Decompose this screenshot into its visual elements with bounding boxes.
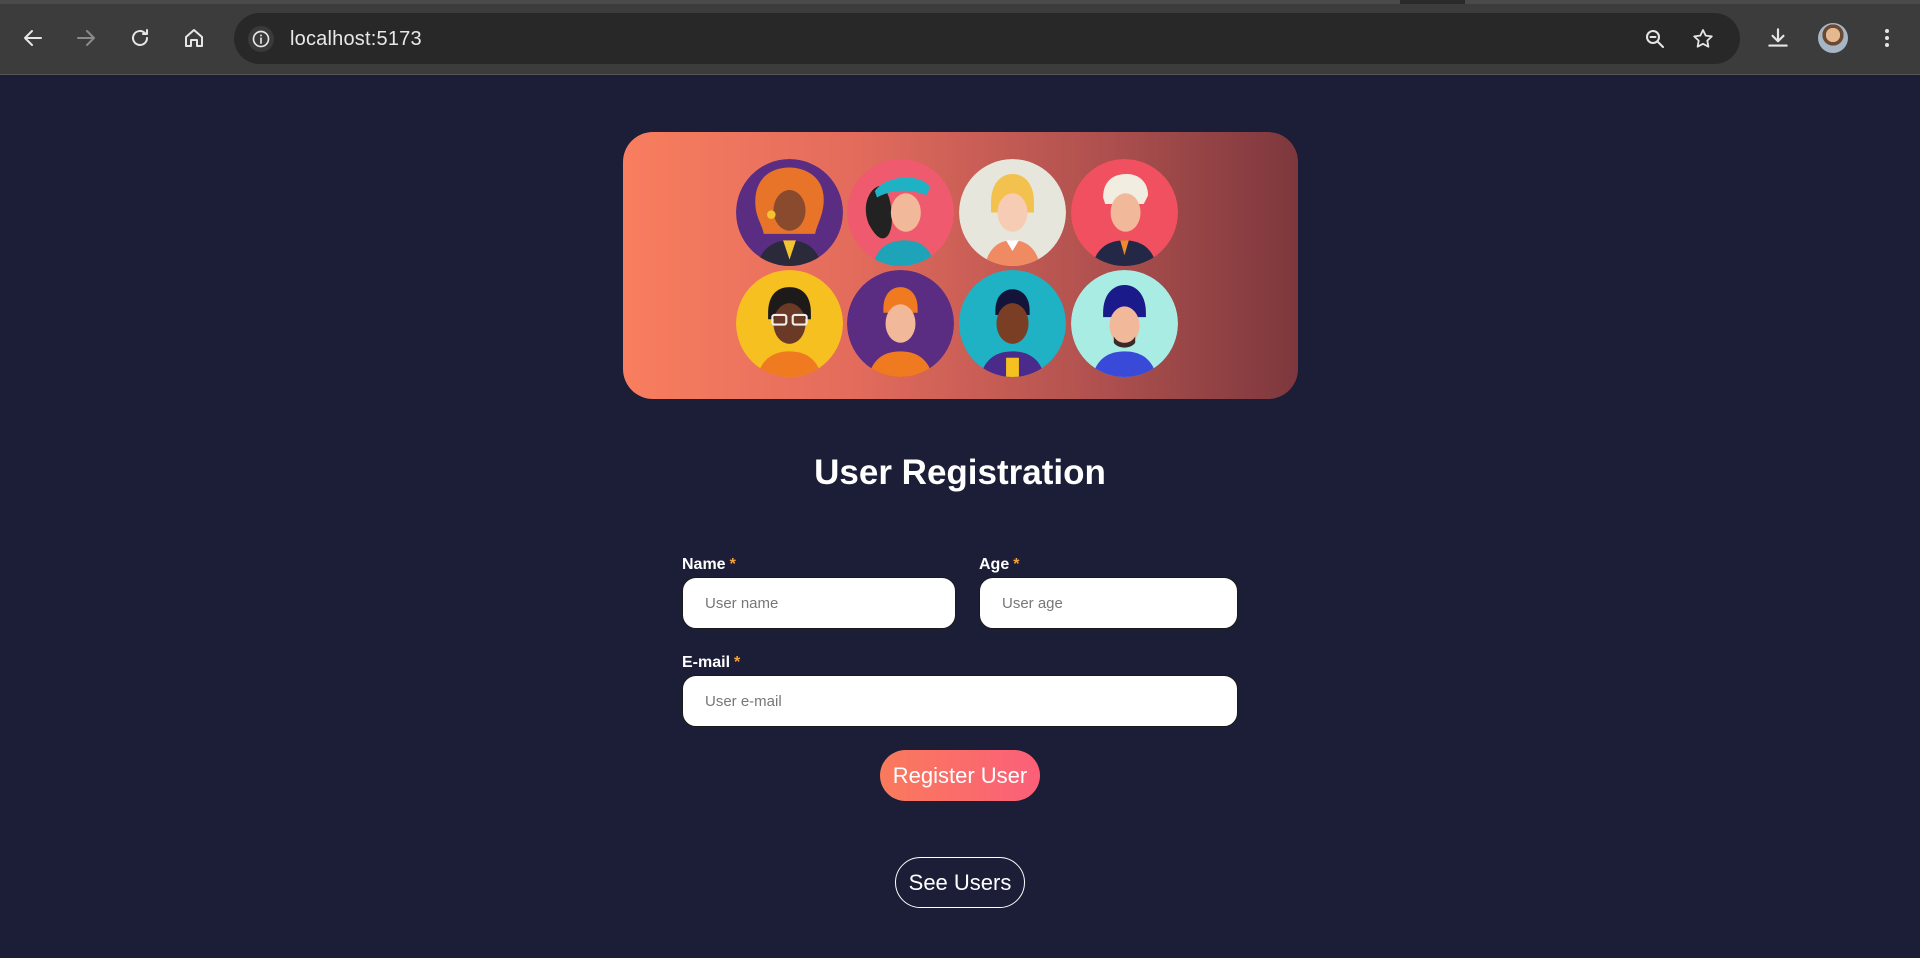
user-avatar-illustration	[959, 270, 1066, 377]
see-users-button[interactable]: See Users	[895, 857, 1025, 908]
required-marker: *	[1013, 556, 1020, 573]
address-bar[interactable]: localhost:5173	[234, 13, 1740, 64]
age-input[interactable]	[979, 577, 1238, 629]
register-user-button[interactable]: Register User	[880, 750, 1040, 801]
user-avatar-illustration	[736, 270, 843, 377]
required-marker: *	[729, 556, 736, 573]
reload-icon	[132, 29, 148, 46]
arrow-left-icon	[24, 30, 42, 46]
name-label: Name *	[682, 556, 736, 573]
user-avatar-illustration	[847, 159, 954, 266]
tab-strip-segment	[1465, 0, 1920, 4]
age-label: Age *	[979, 556, 1020, 573]
email-input[interactable]	[682, 675, 1238, 727]
zoom-icon[interactable]	[1642, 26, 1668, 52]
user-avatar-illustration	[1071, 270, 1178, 377]
browser-toolbar: localhost:5173	[0, 0, 1920, 75]
user-avatar-illustration	[1071, 159, 1178, 266]
user-avatar-illustration	[736, 159, 843, 266]
url-text[interactable]: localhost:5173	[290, 28, 422, 51]
tab-strip	[0, 0, 1920, 4]
email-label: E-mail *	[682, 654, 741, 671]
page-title: User Registration	[814, 453, 1106, 492]
users-banner	[623, 132, 1298, 399]
user-avatar-illustration	[847, 270, 954, 377]
reload-button[interactable]	[122, 20, 158, 56]
profile-avatar[interactable]	[1818, 23, 1848, 53]
more-menu-icon[interactable]	[1871, 22, 1903, 54]
arrow-right-icon	[77, 30, 95, 46]
home-icon	[185, 29, 203, 47]
bookmark-star-icon[interactable]	[1690, 26, 1716, 52]
tab-strip-segment	[0, 0, 1400, 4]
user-avatar-illustration	[959, 159, 1066, 266]
back-button[interactable]	[15, 20, 51, 56]
home-button[interactable]	[176, 20, 212, 56]
site-info-icon[interactable]	[248, 26, 274, 52]
required-marker: *	[734, 654, 741, 671]
download-icon[interactable]	[1762, 22, 1794, 54]
name-input[interactable]	[682, 577, 956, 629]
forward-button[interactable]	[68, 20, 104, 56]
